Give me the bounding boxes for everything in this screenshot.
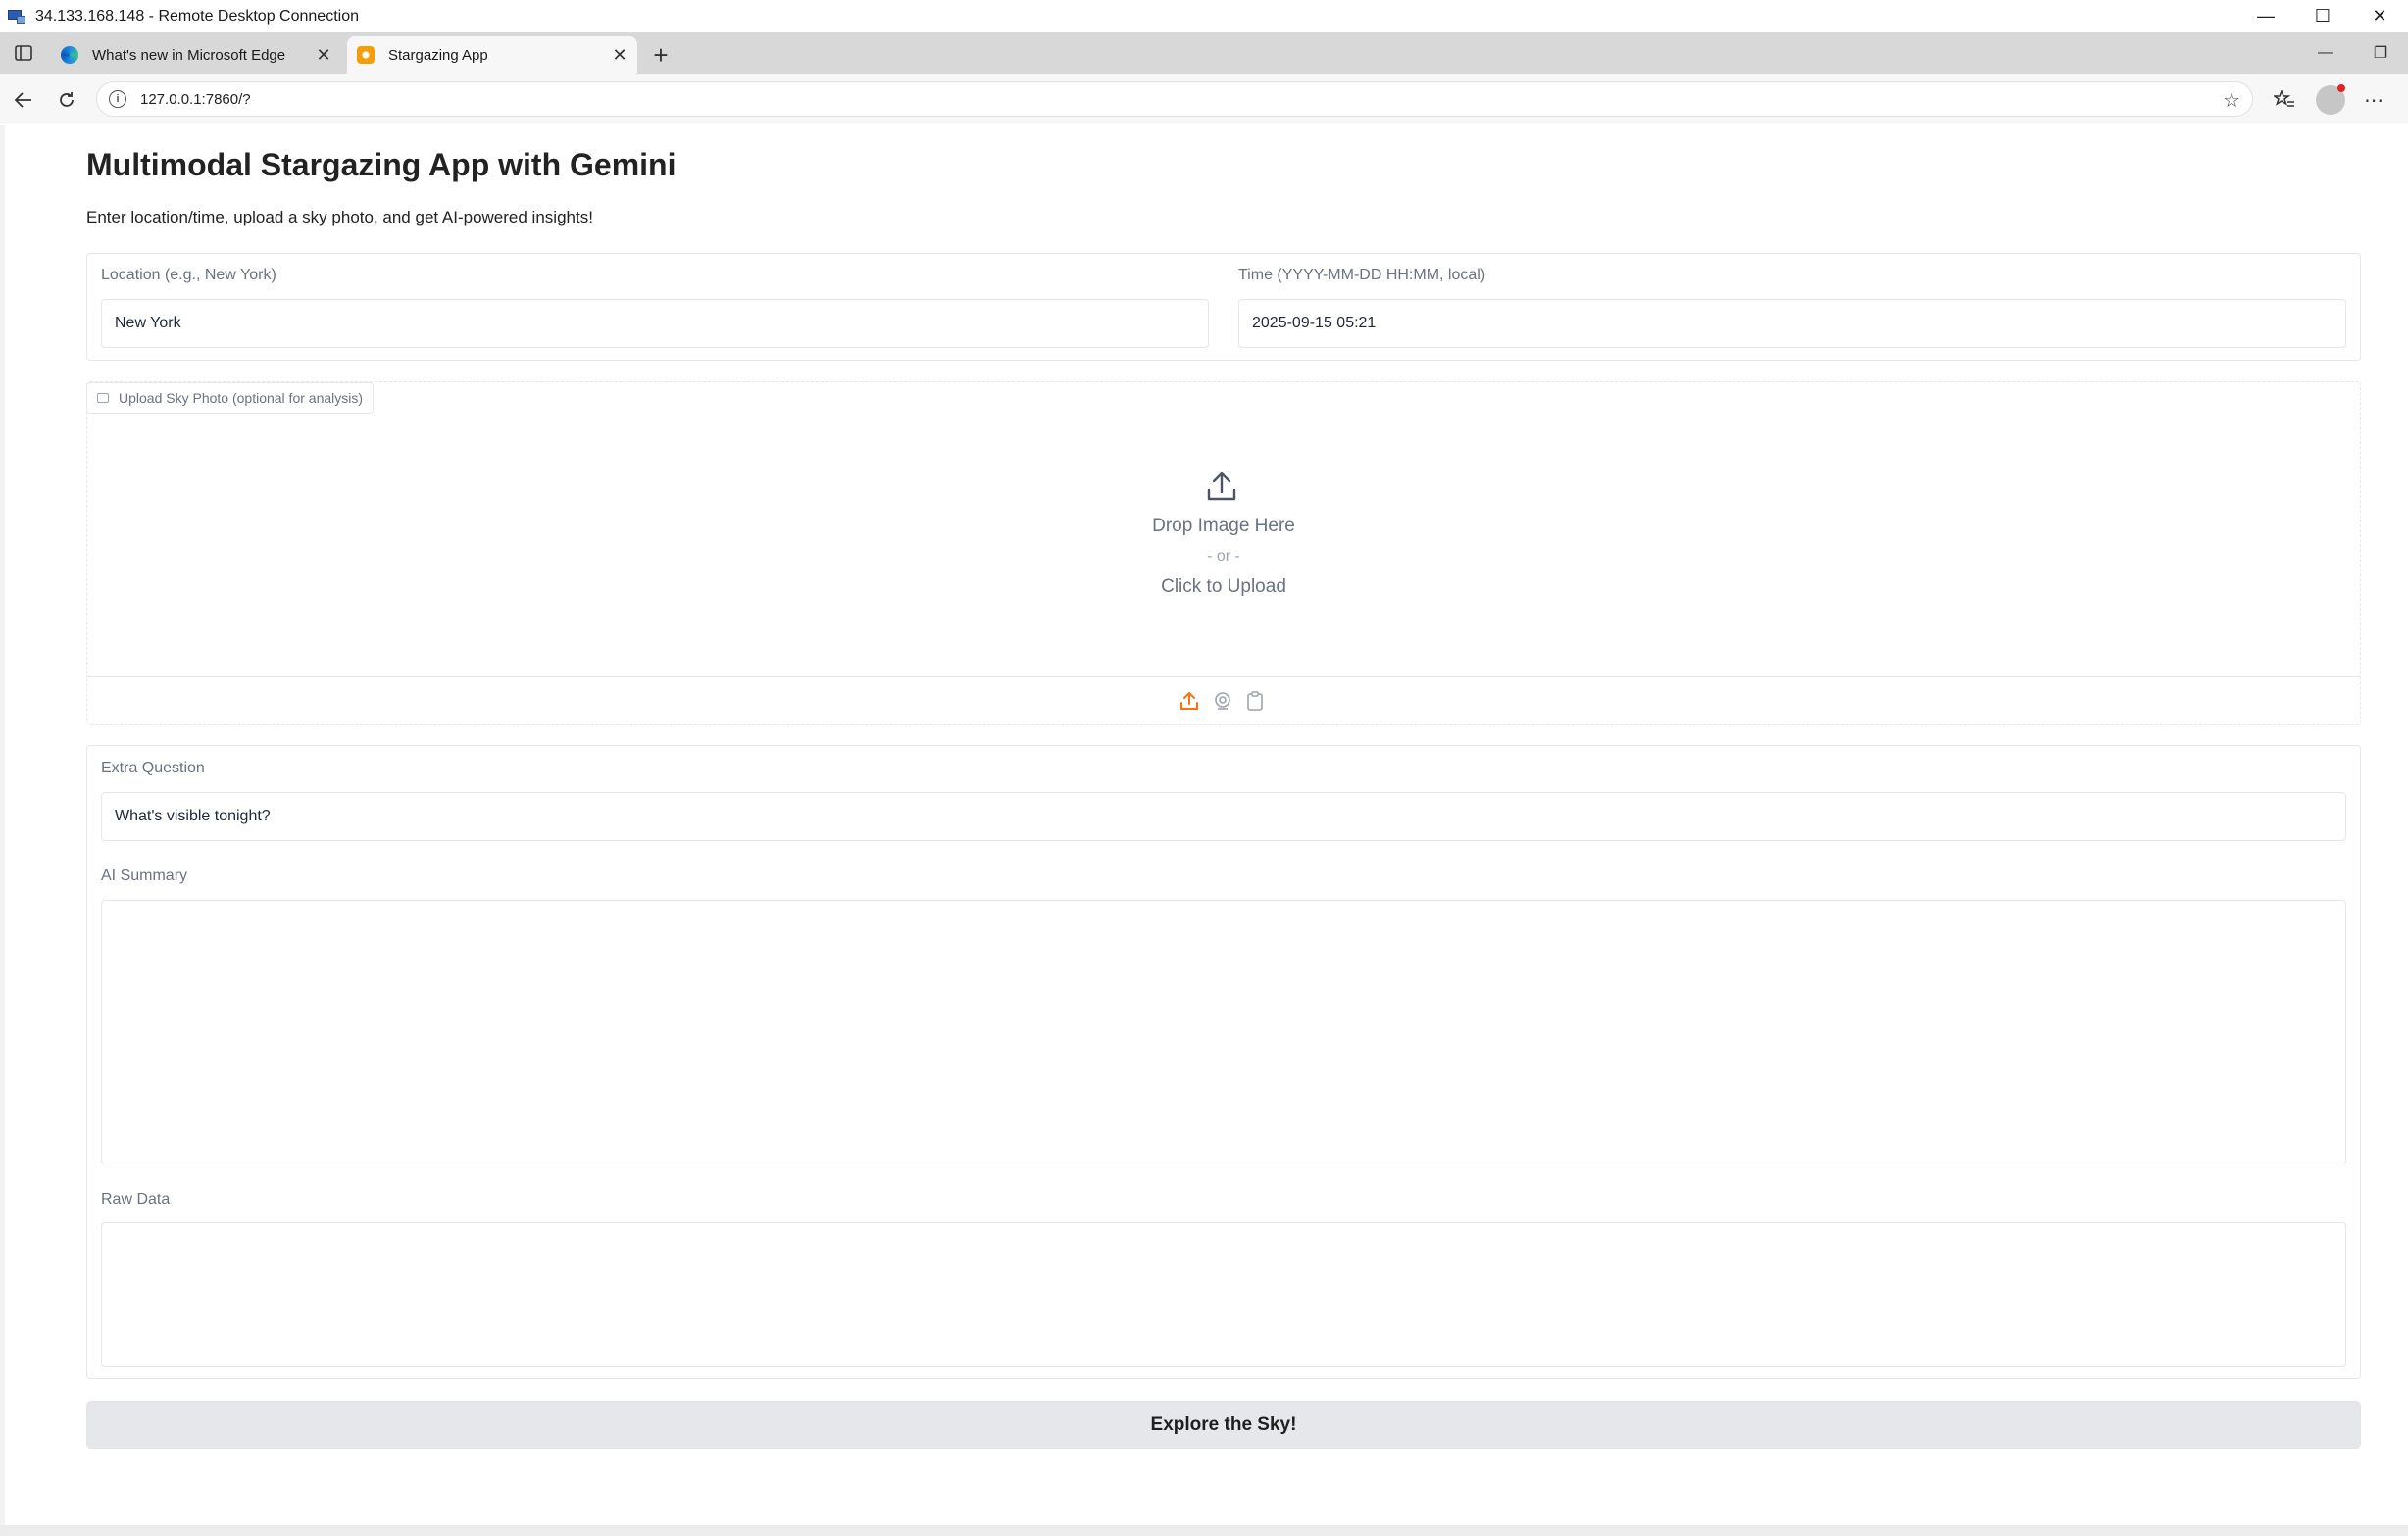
remote-desktop-icon	[8, 8, 25, 25]
maximize-icon[interactable]: ☐	[2294, 0, 2351, 32]
close-icon[interactable]: ✕	[2351, 0, 2408, 32]
rdp-window-title: 34.133.168.148 - Remote Desktop Connecti…	[35, 7, 359, 25]
browser-restore-icon[interactable]: ❐	[2353, 32, 2408, 74]
favorite-star-icon[interactable]: ☆	[2223, 88, 2240, 113]
drop-image-text: Drop Image Here	[1152, 516, 1295, 536]
browser-toolbar: i 127.0.0.1:7860/? ☆ ⋯	[0, 74, 2408, 124]
explore-sky-button[interactable]: Explore the Sky!	[86, 1401, 2361, 1449]
raw-data-label: Raw Data	[101, 1191, 171, 1208]
favorites-icon[interactable]	[2270, 85, 2299, 115]
webcam-icon[interactable]	[1212, 690, 1233, 712]
tab-close-icon[interactable]: ✕	[606, 41, 633, 69]
address-bar[interactable]: i 127.0.0.1:7860/? ☆	[96, 81, 2253, 117]
browser-window-controls: — ❐	[2298, 32, 2408, 74]
or-separator-text: - or -	[1207, 548, 1240, 565]
address-url[interactable]: 127.0.0.1:7860/?	[140, 91, 251, 108]
location-label: Location (e.g., New York)	[101, 267, 276, 283]
extra-question-input[interactable]: What's visible tonight?	[101, 792, 2346, 841]
tab-stargazing-app[interactable]: Stargazing App ✕	[347, 36, 637, 74]
tab-label: Stargazing App	[388, 46, 488, 64]
tab-actions-icon[interactable]	[12, 41, 35, 65]
back-icon[interactable]	[10, 86, 37, 114]
click-to-upload-text[interactable]: Click to Upload	[1028, 576, 1420, 598]
raw-data-textarea[interactable]	[101, 1222, 2346, 1367]
ai-summary-label: AI Summary	[101, 867, 188, 884]
rdp-window-controls: — ☐ ✕	[2237, 0, 2408, 32]
browser-tab-strip: What's new in Microsoft Edge ✕ Stargazin…	[0, 32, 2408, 74]
app-description: Enter location/time, upload a sky photo,…	[86, 208, 593, 226]
upload-label-text: Upload Sky Photo (optional for analysis)	[119, 390, 364, 406]
minimize-icon[interactable]: —	[2237, 0, 2294, 32]
upload-icon[interactable]	[1205, 471, 1238, 504]
app-title: Multimodal Stargazing App with Gemini	[86, 147, 677, 182]
profile-notification-dot	[2337, 84, 2345, 92]
image-icon	[97, 393, 109, 403]
page-edge	[0, 125, 5, 1536]
tab-label: What's new in Microsoft Edge	[92, 46, 286, 64]
new-tab-icon[interactable]: +	[647, 40, 675, 70]
more-options-icon[interactable]: ⋯	[2359, 85, 2388, 115]
upload-source-icon[interactable]	[1179, 690, 1200, 712]
ai-summary-textarea[interactable]	[101, 900, 2346, 1164]
browser-minimize-icon[interactable]: —	[2298, 32, 2353, 74]
tab-close-icon[interactable]: ✕	[310, 41, 337, 69]
extra-question-label: Extra Question	[101, 760, 205, 776]
time-label: Time (YYYY-MM-DD HH:MM, local)	[1238, 267, 1486, 283]
page-bottom-bar	[0, 1525, 2408, 1536]
time-input[interactable]: 2025-09-15 05:21	[1238, 299, 2346, 348]
location-input[interactable]: New York	[101, 299, 1209, 348]
site-info-icon[interactable]: i	[109, 90, 126, 108]
tab-edge-whats-new[interactable]: What's new in Microsoft Edge ✕	[51, 36, 341, 74]
clipboard-icon[interactable]	[1244, 690, 1266, 712]
refresh-icon[interactable]	[53, 86, 80, 114]
edge-logo-icon	[61, 46, 78, 64]
upload-label: Upload Sky Photo (optional for analysis)	[86, 382, 375, 414]
rdp-title-bar: 34.133.168.148 - Remote Desktop Connecti…	[0, 0, 2408, 32]
gradio-favicon-icon	[357, 46, 375, 64]
